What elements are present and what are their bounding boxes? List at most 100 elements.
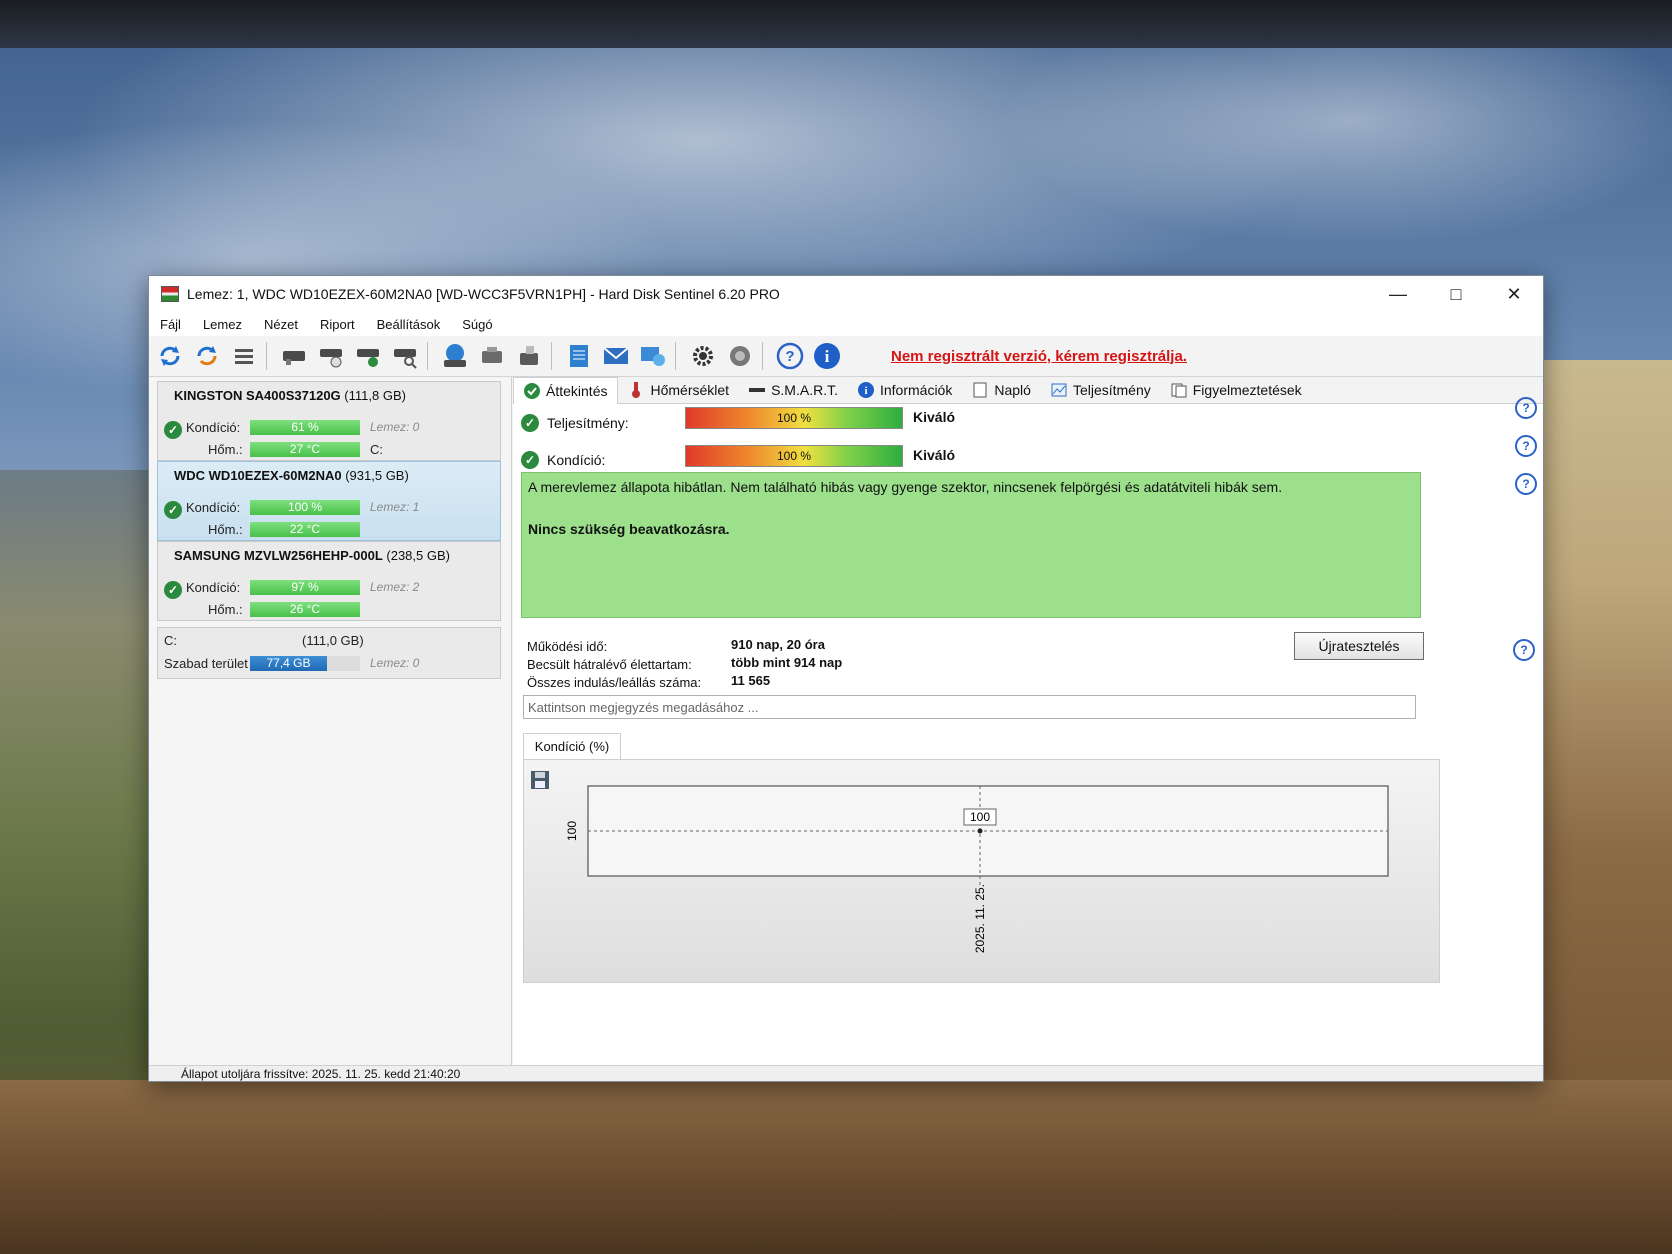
disk-size: (931,5 GB) <box>345 468 409 483</box>
check-icon: ✓ <box>521 414 539 432</box>
chart-tab-condition[interactable]: Kondíció (%) <box>523 733 621 760</box>
disk-list-icon[interactable] <box>228 340 260 372</box>
disk-search-icon[interactable] <box>389 340 421 372</box>
disk-item[interactable]: KINGSTON SA400S37120G (111,8 GB) ✓ Kondí… <box>157 381 501 461</box>
volume-disk-index: Lemez: 0 <box>370 656 420 670</box>
help-icon[interactable]: ? <box>1515 397 1537 419</box>
tab-information[interactable]: i Információk <box>848 377 962 403</box>
disk-copy-icon[interactable] <box>513 340 545 372</box>
report-icon[interactable] <box>563 340 595 372</box>
disk-size: (238,5 GB) <box>386 548 450 563</box>
tab-performance[interactable]: Teljesítmény <box>1041 377 1161 403</box>
temp-label: Hőm.: <box>208 522 243 537</box>
details-panel: Áttekintés Hőmérséklet S.M.A.R.T. i Info… <box>513 376 1543 1065</box>
disk-index: Lemez: 2 <box>370 580 420 594</box>
window-title: Lemez: 1, WDC WD10EZEX-60M2NA0 [WD-WCC3F… <box>187 286 780 302</box>
sound-alert-icon[interactable] <box>724 340 756 372</box>
condition-chart: 100 100 2025. 11. 25. <box>565 785 1389 953</box>
condition-label: Kondíció: <box>186 500 241 515</box>
temp-label: Hőm.: <box>208 442 243 457</box>
menu-help[interactable]: Súgó <box>451 317 503 332</box>
tab-label: S.M.A.R.T. <box>771 382 838 398</box>
disk-name: KINGSTON SA400S37120G <box>174 388 341 403</box>
uptime-label: Működési idő: <box>527 639 608 654</box>
maximize-button[interactable]: □ <box>1427 276 1485 312</box>
web-report-icon[interactable] <box>637 340 669 372</box>
wallpaper-rock <box>0 1080 1672 1254</box>
free-space-label: Szabad terület <box>164 656 248 671</box>
help-icon[interactable]: ? <box>1515 473 1537 495</box>
info-icon: i <box>857 382 874 398</box>
usb-disk-icon[interactable] <box>476 340 508 372</box>
disk-item-selected[interactable]: WDC WD10EZEX-60M2NA0 (931,5 GB) ✓ Kondíc… <box>157 461 501 541</box>
close-button[interactable]: ✕ <box>1485 276 1543 312</box>
menu-file[interactable]: Fájl <box>149 317 192 332</box>
disk-list-panel: KINGSTON SA400S37120G (111,8 GB) ✓ Kondí… <box>149 377 512 1065</box>
condition-rating: Kiváló <box>913 447 956 463</box>
thermometer-icon <box>628 382 644 398</box>
tab-temperature[interactable]: Hőmérséklet <box>618 377 739 403</box>
menu-disk[interactable]: Lemez <box>192 317 253 332</box>
disk-ok-icon[interactable] <box>352 340 384 372</box>
toolbar-separator <box>266 342 267 370</box>
chart-icon <box>1051 382 1067 398</box>
x-tick-label: 2025. 11. 25. <box>973 884 987 953</box>
check-icon: ✓ <box>164 421 182 439</box>
disk-index: Lemez: 0 <box>370 420 420 434</box>
uptime-value: 910 nap, 20 óra <box>731 637 825 652</box>
register-link[interactable]: Nem regisztrált verzió, kérem regisztrál… <box>891 348 1187 365</box>
condition-label: Kondíció: <box>547 452 606 468</box>
info-icon[interactable]: i <box>811 340 843 372</box>
help-icon[interactable]: ? <box>1513 639 1535 661</box>
status-bar: Állapot utoljára frissítve: 2025. 11. 25… <box>149 1065 1543 1081</box>
performance-rating: Kiváló <box>913 409 956 425</box>
help-icon[interactable]: ? <box>774 340 806 372</box>
volume-letter: C: <box>164 633 177 648</box>
disk-test-icon[interactable] <box>278 340 310 372</box>
tab-alerts[interactable]: Figyelmeztetések <box>1161 377 1312 403</box>
email-report-icon[interactable] <box>600 340 632 372</box>
tab-overview[interactable]: Áttekintés <box>513 376 619 404</box>
monitor-bezel <box>0 0 1672 48</box>
smart-disk-icon <box>749 382 766 398</box>
disk-item[interactable]: SAMSUNG MZVLW256HEHP-000L (238,5 GB) ✓ K… <box>157 541 501 621</box>
tab-bar: Áttekintés Hőmérséklet S.M.A.R.T. i Info… <box>513 376 1543 404</box>
tab-label: Információk <box>879 382 953 398</box>
gear-icon[interactable] <box>687 340 719 372</box>
disk-schedule-icon[interactable] <box>315 340 347 372</box>
title-bar[interactable]: Lemez: 1, WDC WD10EZEX-60M2NA0 [WD-WCC3F… <box>149 276 1543 312</box>
condition-label: Kondíció: <box>186 580 241 595</box>
menu-view[interactable]: Nézet <box>253 317 309 332</box>
condition-bar: 97 % <box>250 580 360 595</box>
tab-label: Áttekintés <box>546 382 608 399</box>
start-stop-value: 11 565 <box>731 673 771 688</box>
check-circle-icon <box>524 382 540 399</box>
drive-letter: C: <box>370 442 383 457</box>
y-tick-label: 100 <box>565 821 579 841</box>
minimize-button[interactable]: — <box>1369 276 1427 312</box>
disk-name: SAMSUNG MZVLW256HEHP-000L <box>174 548 383 563</box>
note-input[interactable]: Kattintson megjegyzés megadásához ... <box>523 695 1416 719</box>
network-disk-icon[interactable] <box>439 340 471 372</box>
toolbar-separator <box>551 342 552 370</box>
menu-report[interactable]: Riport <box>309 317 366 332</box>
tab-label: Hőmérséklet <box>650 382 730 398</box>
temp-label: Hőm.: <box>208 602 243 617</box>
tab-log[interactable]: Napló <box>962 377 1041 403</box>
menu-settings[interactable]: Beállítások <box>366 317 452 332</box>
condition-label: Kondíció: <box>186 420 241 435</box>
help-icon[interactable]: ? <box>1515 435 1537 457</box>
tab-smart[interactable]: S.M.A.R.T. <box>739 377 848 403</box>
refresh-icon[interactable] <box>154 340 186 372</box>
remaining-life-value: több mint 914 nap <box>731 655 843 670</box>
tab-label: Teljesítmény <box>1072 382 1151 398</box>
volume-item[interactable]: C: (111,0 GB) Szabad terület 77,4 GB Lem… <box>157 627 501 679</box>
condition-chart-area: 100 100 2025. 11. 25. <box>523 759 1440 983</box>
refresh-all-icon[interactable] <box>191 340 223 372</box>
svg-text:i: i <box>825 347 830 366</box>
temp-bar: 26 °C <box>250 602 360 617</box>
data-point <box>977 828 983 834</box>
retest-button[interactable]: Újratesztelés <box>1294 632 1424 660</box>
performance-label: Teljesítmény: <box>547 415 629 431</box>
menu-bar: Fájl Lemez Nézet Riport Beállítások Súgó <box>149 312 1543 336</box>
